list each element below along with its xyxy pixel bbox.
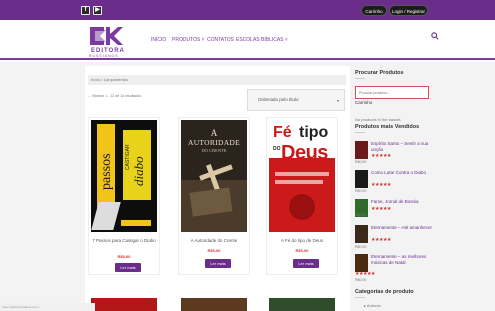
product-title[interactable]: A Fé do tipo de Deus [266, 238, 338, 244]
product-cover[interactable]: passos CASTIGAR diabo [91, 120, 157, 232]
divider [355, 297, 365, 298]
nav-bible-schools[interactable]: ESCOLAS BÍBLICAS ˅ [236, 37, 288, 43]
product-cover[interactable] [91, 298, 157, 311]
product-search-input[interactable] [355, 86, 429, 99]
list-item[interactable]: Espírito Santo – Sentir a sua unção ★★★★… [355, 141, 440, 164]
best-sellers-title: Produtos mais Vendidos [355, 124, 420, 130]
best-seller-price: R$0,00 [355, 160, 367, 164]
rating-stars: ★★★★★ [371, 206, 391, 212]
cover-big-text: tipo [299, 124, 329, 141]
product-title[interactable]: A Autoridade do Crente [178, 238, 250, 244]
cover-top-text: Fé [273, 124, 292, 141]
nav-home[interactable]: INÍCIO [151, 37, 166, 43]
read-more-button[interactable]: Ler mais [293, 259, 319, 268]
breadcrumb: Início / Lançamentos [88, 75, 346, 85]
cover-top-text: A [210, 128, 218, 138]
product-thumbnail[interactable] [355, 141, 368, 159]
cover-sub-text: Deus [281, 142, 328, 164]
sidebar-search-title: Procurar Produtos [355, 70, 404, 76]
chevron-down-icon: ▾ [337, 98, 340, 103]
best-seller-name[interactable]: Fame, Jornal de Bosnia [371, 199, 439, 205]
cover-sub-text: DO CRENTE [201, 148, 227, 153]
product-price: R$0,00 [207, 248, 221, 253]
nav-contacts[interactable]: CONTATOS [207, 37, 234, 43]
product-thumbnail[interactable] [355, 225, 368, 243]
product-price: R$0,00 [117, 254, 131, 259]
search-icon[interactable] [431, 32, 439, 40]
best-seller-name[interactable]: Eternamente – Até amanhecer [371, 225, 439, 231]
best-seller-name[interactable]: Espírito Santo – Sentir a sua unção [371, 141, 439, 152]
read-more-button[interactable]: Ler mais [115, 263, 141, 272]
product-title[interactable]: 7 Passos para Castigar o Diabo [88, 238, 160, 244]
list-item[interactable]: Eternamente – as melhores músicas de Nat… [355, 254, 440, 282]
cover-big-text: AUTORIDADE [187, 138, 241, 147]
list-item[interactable]: Como Lutar Contra o Diabo ★★★★★ R$0,00 [355, 170, 440, 193]
product-thumbnail[interactable] [355, 170, 368, 188]
best-seller-price: R$0,00 [355, 278, 367, 282]
cart-empty-text: No products in the basket. [355, 117, 402, 122]
read-more-button[interactable]: Ler mais [205, 259, 231, 268]
result-count: ← Mostrar 1 - 12 de 14 resultados [88, 94, 142, 98]
categories-title: Categorias de produto [355, 289, 414, 295]
best-seller-price: R$0,00 [355, 213, 367, 217]
divider [355, 78, 365, 79]
product-cover[interactable] [181, 298, 247, 311]
youtube-icon[interactable]: ▶ [93, 6, 102, 15]
rating-stars: ★★★★★ [371, 237, 391, 243]
cover-small-text: DO [273, 146, 281, 152]
list-item[interactable]: Eternamente – Até amanhecer ★★★★★ R$0,00 [355, 225, 440, 249]
status-bar: https://editoracristiana.com/... [0, 303, 95, 311]
best-seller-price: R$0,00 [355, 189, 367, 193]
cover-side-text: passos [99, 153, 114, 190]
cover-big-text: diabo [131, 156, 146, 186]
rating-stars: ★★★★★ [371, 153, 391, 159]
account-button[interactable]: Carrinho [361, 5, 387, 16]
best-seller-name[interactable]: Eternamente – as melhores músicas de Nat… [371, 254, 439, 265]
divider [355, 132, 365, 133]
product-price: R$0,00 [295, 248, 309, 253]
best-seller-price: R$0,00 [355, 245, 367, 249]
rating-stars: ★★★★★ [355, 271, 375, 277]
cart-link[interactable]: Carrinho [355, 100, 372, 105]
rating-stars: ★★★★★ [371, 182, 391, 188]
product-thumbnail[interactable] [355, 254, 368, 272]
best-seller-name[interactable]: Como Lutar Contra o Diabo [371, 170, 439, 176]
facebook-icon[interactable]: f [81, 6, 90, 15]
product-cover[interactable] [269, 298, 335, 311]
category-link[interactable]: ▸ Autores [364, 303, 381, 308]
logo-subtext: RUSSIANOS [89, 54, 119, 58]
product-cover[interactable]: A AUTORIDADE DO CRENTE [181, 120, 247, 232]
ordering-select[interactable]: Ordenado pelo titulo [247, 89, 345, 111]
login-button[interactable]: Login / Registrar [389, 5, 428, 16]
list-item[interactable]: Fame, Jornal de Bosnia ★★★★★ R$0,00 [355, 199, 440, 221]
nav-products[interactable]: PRODUTOS ˅ [172, 37, 205, 43]
product-cover[interactable]: Fé tipo DO Deus [269, 120, 335, 232]
